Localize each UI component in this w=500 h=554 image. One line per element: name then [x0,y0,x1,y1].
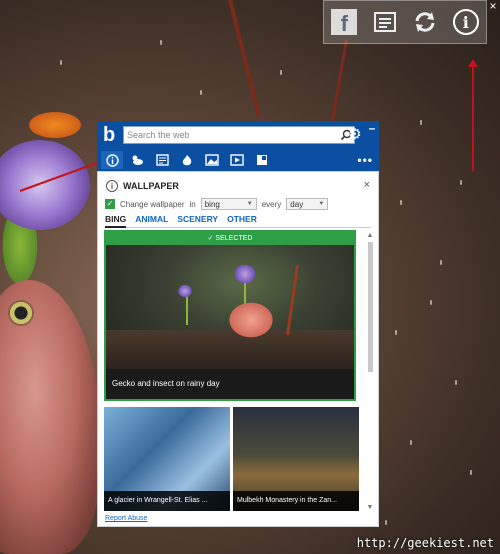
close-icon[interactable]: × [487,0,499,12]
source-select[interactable]: bing ▼ [200,198,257,210]
tab-other[interactable]: OTHER [227,214,257,224]
frequency-select[interactable]: day ▼ [286,198,329,210]
panel-header: i WALLPAPER [106,180,179,192]
category-tabs: BING ANIMAL SCENERY OTHER [105,214,371,228]
trending-icon[interactable] [176,151,198,169]
images-icon[interactable] [201,151,223,169]
report-abuse-link[interactable]: Report Abuse [105,515,147,522]
minimize-button[interactable]: – [367,122,377,134]
wallpaper-card[interactable]: A glacier in Wrangell-St. Elias ... [104,407,230,511]
scroll-down-icon[interactable]: ▼ [366,504,374,512]
change-wallpaper-checkbox[interactable]: ✓ [105,199,115,209]
wallpaper-panel: i WALLPAPER × ✓ Change wallpaper in bing… [97,171,379,527]
background-gecko-eye [8,300,34,326]
more-options-button[interactable]: ••• [357,153,373,167]
wallpaper-card[interactable]: Mulbekh Monastery in the Zan... [233,407,359,511]
tab-bing[interactable]: BING [105,214,127,228]
search-box [123,126,355,144]
info-icon: i [106,180,118,192]
chevron-down-icon: ▼ [318,201,325,207]
bing-logo-icon: b [103,124,116,146]
tab-scenery[interactable]: SCENERY [177,214,218,224]
news-icon [373,12,396,32]
selected-badge: ✓ SELECTED [106,232,354,245]
info-icon: i [452,9,479,35]
wallpaper-list: ✓ SELECTED Gecko and insect on rainy day… [104,230,366,512]
wallpaper-caption: Gecko and insect on rainy day [106,369,354,399]
bing-feature-toolbar: ••• [97,149,379,171]
change-wallpaper-label: Change wallpaper [120,199,185,209]
news-button[interactable] [369,6,401,38]
scrollbar-thumb[interactable] [367,242,373,372]
apps-icon[interactable] [251,151,273,169]
wallpaper-caption: Mulbekh Monastery in the Zan... [233,491,359,511]
wallpaper-caption: A glacier in Wrangell-St. Elias ... [104,491,230,511]
site-watermark: http://geekiest.net [356,536,494,550]
scrollbar[interactable]: ▲ ▼ [366,232,374,512]
wallpaper-options: ✓ Change wallpaper in bing ▼ every day ▼ [105,198,329,210]
search-input[interactable] [124,127,338,143]
background-stem [329,39,348,129]
annotation-arrow [472,61,474,171]
refresh-button[interactable] [409,6,441,38]
wallpaper-image [106,245,354,370]
info-icon[interactable] [101,151,123,169]
wallpaper-card-selected[interactable]: ✓ SELECTED Gecko and insect on rainy day [104,230,356,401]
top-toolbar: f i [323,0,487,44]
source-select-value: bing [204,199,220,209]
tab-animal[interactable]: ANIMAL [135,214,168,224]
facebook-icon: f [331,9,358,35]
scroll-up-icon[interactable]: ▲ [366,232,374,240]
background-flower [0,140,90,230]
close-icon[interactable]: × [364,179,370,191]
background-stem [228,0,261,117]
background-insect [25,110,85,140]
weather-icon[interactable] [126,151,148,169]
info-button[interactable]: i [450,6,482,38]
bing-toolbar: b ⚙ – ••• [97,121,379,171]
videos-icon[interactable] [226,151,248,169]
every-label: every [261,199,282,209]
frequency-select-value: day [290,199,304,209]
chevron-down-icon: ▼ [246,201,253,207]
facebook-button[interactable]: f [328,6,360,38]
gear-icon[interactable]: ⚙ [347,127,363,143]
in-label: in [189,199,196,209]
news-icon[interactable] [151,151,173,169]
refresh-icon [415,12,435,32]
panel-title: WALLPAPER [123,181,179,191]
